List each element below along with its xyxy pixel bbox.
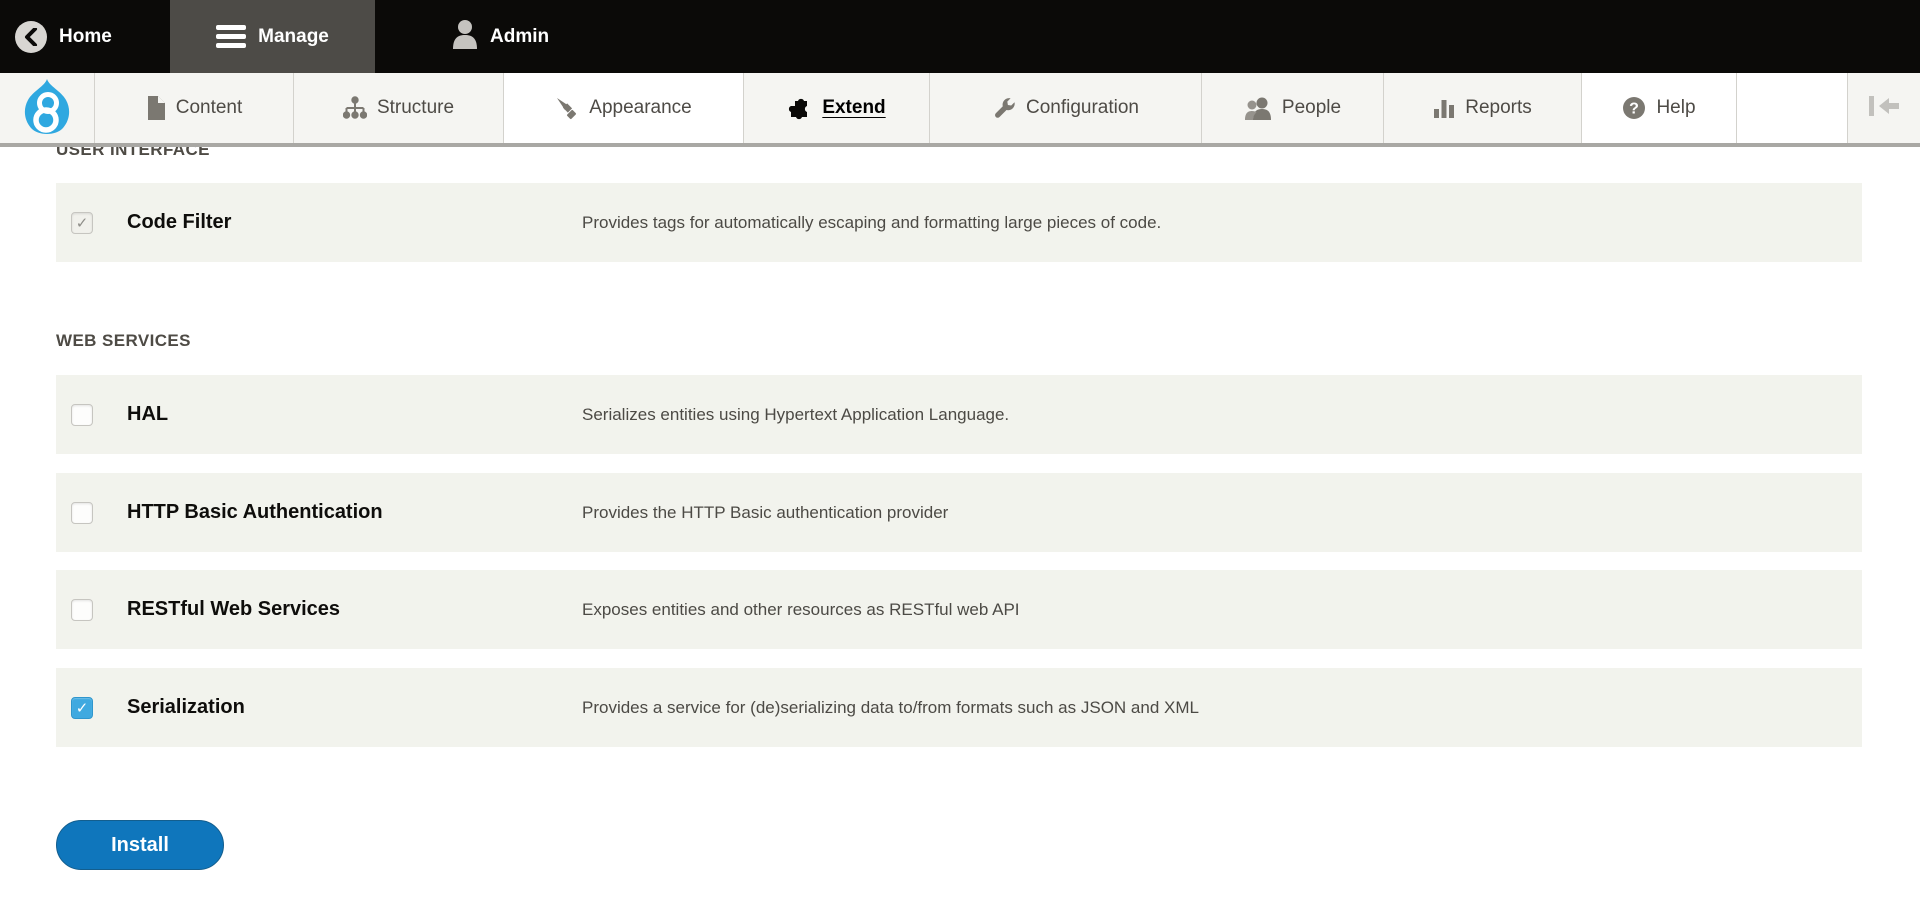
paintbrush-icon (555, 96, 579, 120)
tab-label: Configuration (1026, 97, 1139, 119)
tab-structure[interactable]: Structure (294, 73, 504, 143)
person-icon (452, 19, 478, 55)
module-row-restful-web-services: ✓ RESTful Web Services Exposes entities … (56, 570, 1862, 649)
collapse-left-icon (1867, 94, 1901, 123)
back-arrow-icon (15, 21, 47, 53)
http-basic-auth-checkbox[interactable]: ✓ (71, 502, 93, 524)
collapse-toolbar-button[interactable] (1848, 73, 1920, 143)
module-row-http-basic-auth: ✓ HTTP Basic Authentication Provides the… (56, 473, 1862, 552)
admin-user-button[interactable]: Admin (452, 0, 549, 73)
module-description: Provides the HTTP Basic authentication p… (582, 503, 948, 523)
hal-checkbox[interactable]: ✓ (71, 404, 93, 426)
module-list: USER INTERFACE ✓ Code Filter Provides ta… (0, 147, 1920, 916)
module-name: Code Filter (127, 211, 547, 234)
module-name: Serialization (127, 696, 547, 719)
bar-chart-icon (1433, 96, 1455, 120)
section-header-user-interface: USER INTERFACE (56, 147, 210, 163)
home-button[interactable]: Home (15, 0, 112, 73)
module-description: Provides a service for (de)serializing d… (582, 698, 1199, 718)
tab-label: Help (1656, 97, 1695, 119)
tab-label: Reports (1465, 97, 1532, 119)
tab-label: People (1282, 97, 1341, 119)
people-icon (1244, 96, 1272, 120)
tab-label: Content (176, 97, 243, 119)
wrench-icon (992, 96, 1016, 120)
module-row-serialization: ✓ Serialization Provides a service for (… (56, 668, 1862, 747)
hamburger-icon (216, 25, 246, 48)
tab-extend[interactable]: Extend (744, 73, 930, 143)
tab-label: Structure (377, 97, 454, 119)
tab-label: Extend (822, 97, 885, 119)
toolbar: Content Structure Appearance Extend Conf… (0, 73, 1920, 147)
drupal-logo[interactable] (0, 73, 95, 143)
tab-appearance[interactable]: Appearance (504, 73, 744, 143)
code-filter-checkbox: ✓ (71, 212, 93, 234)
restful-checkbox[interactable]: ✓ (71, 599, 93, 621)
section-title: USER INTERFACE (56, 147, 210, 160)
svg-text:?: ? (1630, 101, 1640, 118)
module-name: RESTful Web Services (127, 598, 547, 621)
section-title: WEB SERVICES (56, 331, 191, 350)
file-icon (146, 96, 166, 120)
module-row-code-filter: ✓ Code Filter Provides tags for automati… (56, 183, 1862, 262)
module-description: Serializes entities using Hypertext Appl… (582, 405, 1009, 425)
manage-button[interactable]: Manage (170, 0, 375, 73)
tab-people[interactable]: People (1202, 73, 1384, 143)
module-name: HTTP Basic Authentication (127, 501, 547, 524)
tab-label: Appearance (589, 97, 691, 119)
section-header-web-services: WEB SERVICES (56, 331, 191, 351)
sitemap-icon (343, 96, 367, 120)
module-name: HAL (127, 403, 547, 426)
tab-reports[interactable]: Reports (1384, 73, 1582, 143)
tab-configuration[interactable]: Configuration (930, 73, 1202, 143)
manage-label: Manage (258, 26, 329, 48)
module-description: Exposes entities and other resources as … (582, 600, 1020, 620)
admin-bar: Home Manage Admin (0, 0, 1920, 73)
home-label: Home (59, 26, 112, 48)
puzzle-icon (787, 96, 812, 120)
tab-help[interactable]: ? Help (1582, 73, 1737, 143)
tab-content[interactable]: Content (95, 73, 294, 143)
admin-label: Admin (490, 26, 549, 48)
serialization-checkbox[interactable]: ✓ (71, 697, 93, 719)
install-button[interactable]: Install (56, 820, 224, 870)
module-row-hal: ✓ HAL Serializes entities using Hypertex… (56, 375, 1862, 454)
help-icon: ? (1622, 96, 1646, 120)
module-description: Provides tags for automatically escaping… (582, 213, 1161, 233)
toolbar-spacer (1737, 73, 1848, 143)
